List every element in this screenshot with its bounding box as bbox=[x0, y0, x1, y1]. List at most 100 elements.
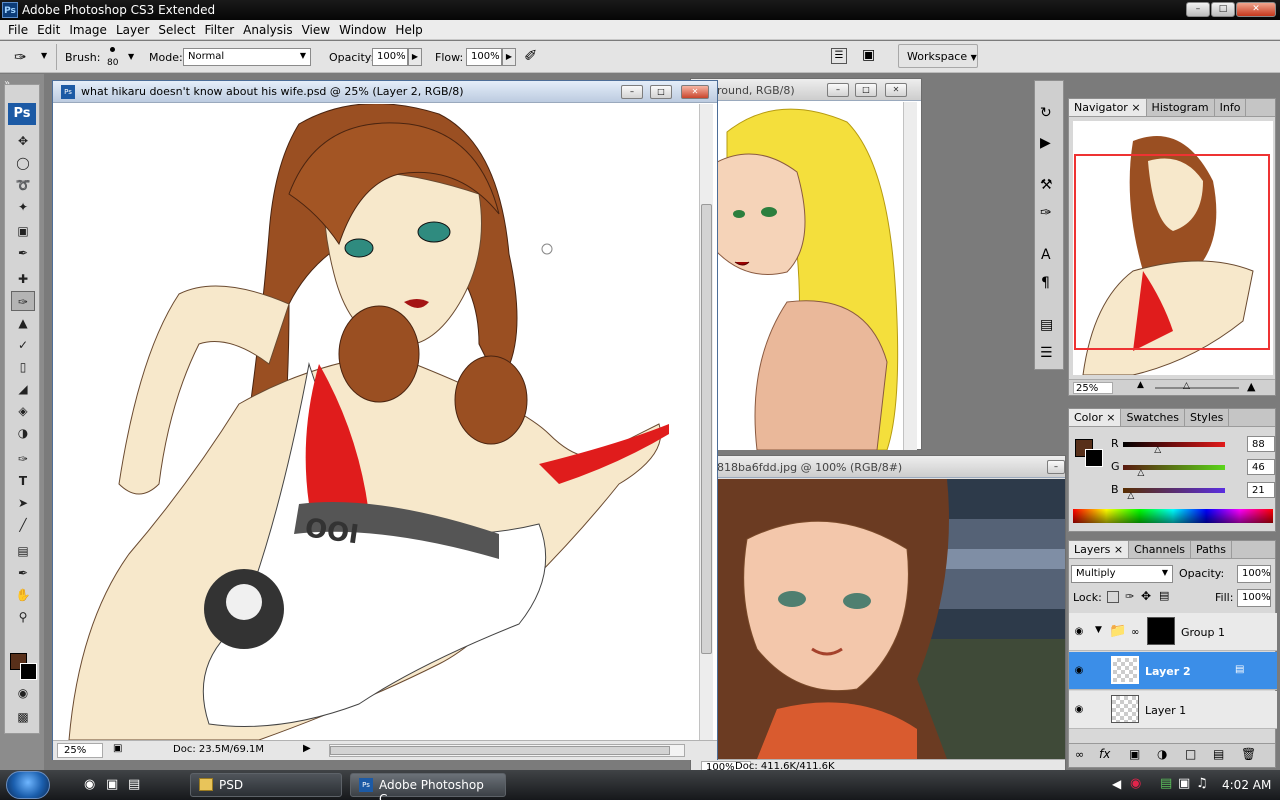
navigator-zoom-field[interactable]: 25% bbox=[1073, 382, 1113, 394]
notes-tool-icon[interactable]: ▤ bbox=[11, 541, 35, 561]
color-spectrum-ramp[interactable] bbox=[1073, 509, 1273, 523]
actions-panel-icon[interactable]: ▶ bbox=[1040, 135, 1051, 151]
background-color-swatch[interactable] bbox=[20, 663, 37, 680]
tab-histogram[interactable]: Histogram bbox=[1147, 99, 1215, 116]
mode-select[interactable]: Normal ▼ bbox=[183, 48, 311, 66]
lock-transparent-icon[interactable] bbox=[1107, 591, 1119, 603]
clock[interactable]: 4:02 AM bbox=[1222, 778, 1271, 792]
red-channel-thumb-icon[interactable]: △ bbox=[1154, 445, 1161, 455]
document-window-active[interactable]: Ps what hikaru doesn't know about his wi… bbox=[52, 80, 718, 760]
new-layer-icon[interactable]: ▤ bbox=[1213, 747, 1224, 761]
history-brush-tool-icon[interactable]: ✓ bbox=[11, 335, 35, 355]
tab-color[interactable]: Color × bbox=[1069, 409, 1122, 426]
menu-help[interactable]: Help bbox=[391, 20, 427, 39]
brush-tool-icon[interactable]: ✑ bbox=[11, 291, 35, 311]
clone-source-icon[interactable]: ☰ bbox=[1040, 345, 1053, 361]
fill-input[interactable]: 100% bbox=[1237, 589, 1271, 607]
taskbar-button-psd[interactable]: PSD bbox=[190, 773, 342, 797]
screen-mode-icon[interactable]: ▩ bbox=[11, 707, 35, 727]
minimize-button[interactable]: – bbox=[621, 85, 643, 99]
tab-layers[interactable]: Layers × bbox=[1069, 541, 1130, 558]
tab-navigator[interactable]: Navigator × bbox=[1069, 99, 1147, 116]
visibility-eye-icon[interactable]: ◉ bbox=[1072, 703, 1086, 717]
minimize-button[interactable]: – bbox=[1186, 2, 1210, 17]
quick-mask-icon[interactable]: ◉ bbox=[11, 683, 35, 703]
document-window-background[interactable]: round, RGB/8) – □ ✕ bbox=[690, 78, 922, 450]
lock-position-icon[interactable]: ✥ bbox=[1141, 589, 1151, 603]
tab-swatches[interactable]: Swatches bbox=[1121, 409, 1186, 426]
magic-wand-tool-icon[interactable]: ✦ bbox=[11, 197, 35, 217]
minimize-button[interactable]: – bbox=[1047, 460, 1065, 474]
bridge-icon[interactable]: ▣ bbox=[862, 47, 875, 63]
layer-comps-icon[interactable]: ▤ bbox=[1040, 317, 1053, 333]
scrollbar-thumb[interactable] bbox=[330, 746, 670, 755]
menu-analysis[interactable]: Analysis bbox=[239, 20, 297, 39]
start-button[interactable] bbox=[6, 771, 50, 799]
opacity-slider-button[interactable]: ▶ bbox=[408, 48, 422, 66]
group-expand-icon[interactable]: ▼ bbox=[1095, 625, 1102, 635]
menu-file[interactable]: File bbox=[4, 20, 33, 39]
paint-bucket-tool-icon[interactable]: ◢ bbox=[11, 379, 35, 399]
layer-row-layer-1[interactable]: ◉ Layer 1 bbox=[1069, 691, 1277, 729]
adjustment-layer-icon[interactable]: ◑ bbox=[1157, 747, 1167, 761]
maximize-button[interactable]: □ bbox=[855, 83, 877, 97]
tray-app-icon[interactable]: ◉ bbox=[1130, 776, 1141, 791]
document-title-bar[interactable]: 818ba6fdd.jpg @ 100% (RGB/8#) – bbox=[691, 456, 1065, 478]
green-value-input[interactable]: 46 bbox=[1247, 459, 1275, 475]
close-button[interactable]: ✕ bbox=[1236, 2, 1276, 17]
blue-channel-thumb-icon[interactable]: △ bbox=[1127, 491, 1134, 501]
close-button[interactable]: ✕ bbox=[885, 83, 907, 97]
tab-styles[interactable]: Styles bbox=[1185, 409, 1230, 426]
navigator-zoom-slider[interactable] bbox=[1155, 387, 1239, 389]
menu-window[interactable]: Window bbox=[335, 20, 391, 39]
layer-opacity-input[interactable]: 100% bbox=[1237, 565, 1271, 583]
menu-select[interactable]: Select bbox=[154, 20, 200, 39]
brush-tool-preset-icon[interactable]: ✑ bbox=[14, 48, 27, 66]
document-title-bar[interactable]: Ps what hikaru doesn't know about his wi… bbox=[53, 81, 717, 103]
close-button[interactable]: ✕ bbox=[681, 85, 709, 99]
menu-filter[interactable]: Filter bbox=[200, 20, 239, 39]
lock-image-icon[interactable]: ✑ bbox=[1125, 590, 1134, 603]
layer-row-layer-2[interactable]: ◉ Layer 2 ▤ bbox=[1069, 652, 1277, 690]
character-panel-icon[interactable]: A bbox=[1041, 247, 1051, 263]
tray-expand-icon[interactable]: ◀ bbox=[1112, 777, 1121, 791]
minimize-button[interactable]: – bbox=[827, 83, 849, 97]
scrollbar-thumb[interactable] bbox=[701, 204, 712, 654]
menu-view[interactable]: View bbox=[298, 20, 335, 39]
new-group-icon[interactable]: □ bbox=[1185, 747, 1196, 761]
delete-layer-icon[interactable]: 🗑 bbox=[1241, 747, 1256, 761]
pen-tool-icon[interactable]: ✑ bbox=[11, 449, 35, 469]
move-tool-icon[interactable]: ✥ bbox=[11, 131, 35, 151]
lock-all-icon[interactable]: ▤ bbox=[1159, 589, 1169, 602]
status-menu-arrow-icon[interactable]: ▶ bbox=[303, 743, 311, 754]
taskbar-button-photoshop[interactable]: Ps Adobe Photoshop C... bbox=[350, 773, 506, 800]
quicklaunch-icon[interactable]: ◉ bbox=[84, 777, 95, 792]
zoom-slider-thumb-icon[interactable]: △ bbox=[1183, 381, 1190, 391]
airbrush-icon[interactable]: ✐ bbox=[524, 46, 537, 65]
slice-tool-icon[interactable]: ✒ bbox=[11, 243, 35, 263]
workspace-button[interactable]: Workspace ▼ bbox=[898, 44, 978, 68]
eyedropper-tool-icon[interactable]: ✒ bbox=[11, 563, 35, 583]
menu-edit[interactable]: Edit bbox=[33, 20, 65, 39]
document-window-jpg[interactable]: 818ba6fdd.jpg @ 100% (RGB/8#) – 100% Doc… bbox=[690, 455, 1066, 775]
chevron-down-icon[interactable]: ▼ bbox=[41, 51, 47, 60]
layer-row-group-1[interactable]: ◉ ▼ 📁 ∞ Group 1 bbox=[1069, 613, 1277, 651]
brushes-panel-icon[interactable]: ✑ bbox=[1040, 205, 1052, 221]
layer-style-icon[interactable]: fx bbox=[1099, 747, 1110, 761]
lasso-tool-icon[interactable]: ➰ bbox=[11, 175, 35, 195]
menu-image[interactable]: Image bbox=[65, 20, 112, 39]
palette-well-icon[interactable]: ☰ bbox=[831, 48, 847, 64]
flow-input[interactable]: 100% bbox=[466, 48, 502, 66]
eraser-tool-icon[interactable]: ▯ bbox=[11, 357, 35, 377]
doc-size[interactable]: Doc: 23.5M/69.1M bbox=[173, 744, 264, 755]
horizontal-scrollbar[interactable] bbox=[329, 744, 685, 757]
vertical-scrollbar[interactable] bbox=[903, 102, 917, 450]
layer-thumbnail[interactable] bbox=[1111, 695, 1139, 723]
tray-network-icon[interactable]: ▤ bbox=[1160, 776, 1172, 791]
switch-windows-icon[interactable]: ▤ bbox=[128, 777, 140, 792]
red-channel-slider[interactable] bbox=[1123, 442, 1225, 447]
volume-icon[interactable]: ♫ bbox=[1196, 776, 1208, 791]
group-mask-thumbnail[interactable] bbox=[1147, 617, 1175, 645]
type-tool-icon[interactable]: T bbox=[11, 471, 35, 491]
zoom-tool-icon[interactable]: ⚲ bbox=[11, 607, 35, 627]
